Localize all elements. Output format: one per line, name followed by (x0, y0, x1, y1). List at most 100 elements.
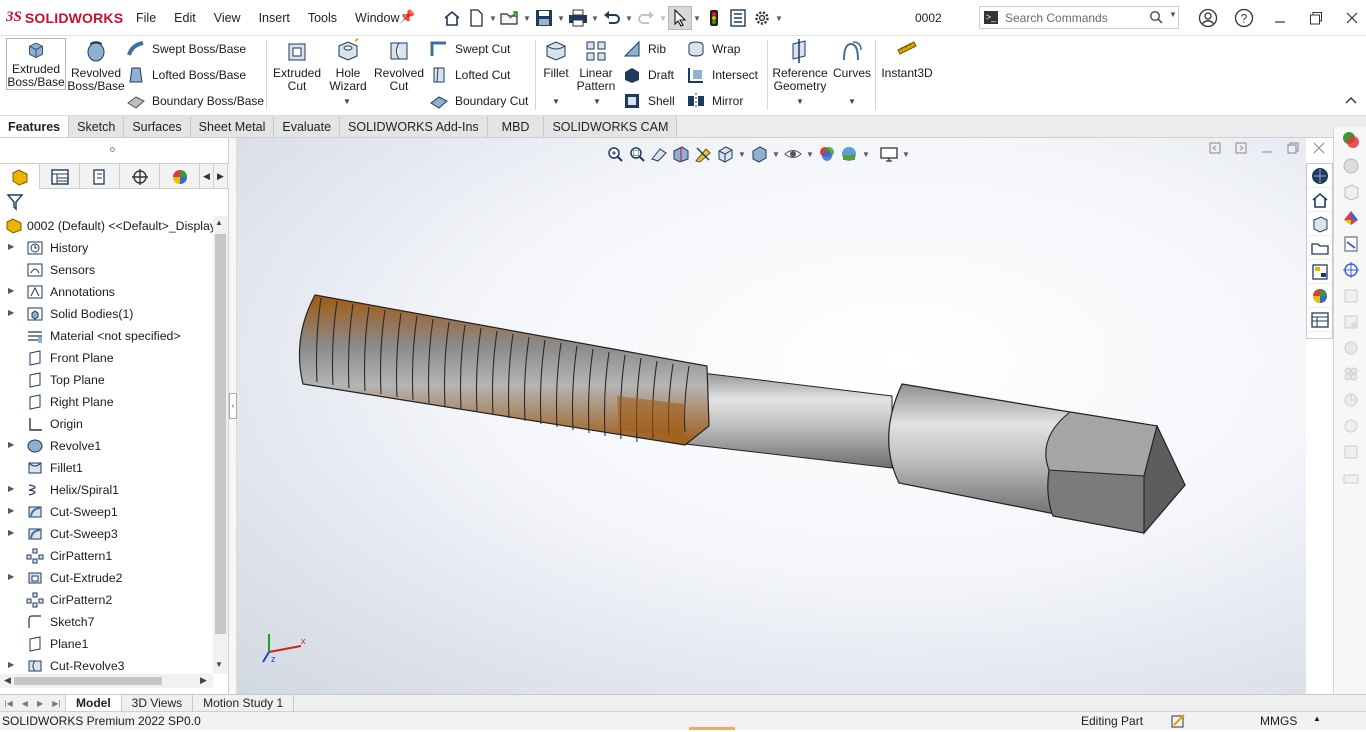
search-commands-input[interactable]: Search Commands (1005, 11, 1108, 25)
expand-arrow-icon[interactable]: ▶ (8, 506, 14, 515)
intersect-button[interactable]: Intersect (686, 65, 758, 85)
restore-icon[interactable] (1298, 7, 1334, 29)
tabs-scroll-right-icon[interactable]: ▶ (214, 164, 228, 189)
tab-sheet-metal[interactable]: Sheet Metal (190, 116, 275, 137)
appearances-scenes-icon[interactable] (1334, 153, 1366, 179)
configuration-manager-tab-icon[interactable] (80, 164, 120, 189)
rebuild-status-icon[interactable] (1170, 713, 1186, 732)
color-palette-icon[interactable] (1334, 205, 1366, 231)
extruded-boss-button[interactable]: Extruded Boss/Base (6, 38, 66, 90)
scroll-left-icon[interactable]: ◀ (4, 675, 11, 686)
tree-filter-icon[interactable] (6, 193, 24, 214)
tree-item[interactable]: Plane1 (0, 633, 213, 655)
tree-item[interactable]: ▶ Annotations (0, 281, 213, 303)
home-icon[interactable] (440, 6, 464, 30)
display-manager-tab-icon[interactable] (160, 164, 200, 189)
design-library-pane-icon[interactable] (1334, 179, 1366, 205)
rib-button[interactable]: Rib (622, 39, 666, 59)
tree-item[interactable]: ▶ Revolve1 (0, 435, 213, 457)
hole-wizard-button[interactable]: Hole Wizard (325, 38, 371, 93)
instant3d-button[interactable]: Instant3D (880, 38, 934, 80)
tree-item[interactable]: ▶ Helix/Spiral1 (0, 479, 213, 501)
tree-item[interactable]: Right Plane (0, 391, 213, 413)
tree-item[interactable]: Sketch7 (0, 611, 213, 633)
select-dropdown-icon[interactable]: ▼ (692, 14, 702, 23)
tab-solidworks-add-ins[interactable]: SOLIDWORKS Add-Ins (340, 116, 488, 137)
tab-model[interactable]: Model (66, 695, 122, 711)
expand-arrow-icon[interactable]: ▶ (8, 286, 14, 295)
target-icon[interactable] (1334, 257, 1366, 283)
options-dropdown-icon[interactable]: ▼ (774, 14, 784, 23)
shell-button[interactable]: Shell (622, 91, 675, 111)
hscroll-thumb[interactable] (14, 677, 162, 685)
tab-evaluate[interactable]: Evaluate (274, 116, 341, 137)
expand-arrow-icon[interactable]: ▶ (8, 440, 14, 449)
undo-dropdown-icon[interactable]: ▼ (624, 14, 634, 23)
lofted-cut-button[interactable]: Lofted Cut (429, 65, 510, 85)
tab-sketch[interactable]: Sketch (69, 116, 125, 137)
revolved-cut-button[interactable]: Revolved Cut (374, 38, 424, 93)
panel-grip-icon[interactable] (110, 147, 115, 152)
tree-item[interactable]: ▶ Cut-Revolve3 (0, 655, 213, 673)
menu-file[interactable]: File (136, 11, 156, 25)
tree-item[interactable]: ▶ Solid Bodies(1) (0, 303, 213, 325)
solidworks-resources-icon[interactable] (1334, 127, 1366, 153)
tab-features[interactable]: Features (0, 116, 70, 137)
search-icon[interactable] (1149, 10, 1163, 27)
tree-item[interactable]: Origin (0, 413, 213, 435)
tab-mbd[interactable]: MBD (487, 116, 545, 137)
tab-motion-study-1[interactable]: Motion Study 1 (193, 695, 295, 711)
pin-menu-icon[interactable]: 📌 (399, 9, 415, 25)
tree-item[interactable]: Material <not specified> (0, 325, 213, 347)
scroll-up-icon[interactable]: ▲ (215, 218, 223, 227)
hole-wizard-dropdown-icon[interactable]: ▼ (343, 97, 351, 106)
draft-button[interactable]: Draft (622, 65, 674, 85)
first-tab-icon[interactable]: |◀ (5, 699, 13, 708)
menu-insert[interactable]: Insert (259, 11, 290, 25)
tree-item[interactable]: Top Plane (0, 369, 213, 391)
last-tab-icon[interactable]: ▶| (52, 699, 60, 708)
tree-horizontal-scrollbar[interactable]: ◀ ▶ (0, 674, 213, 688)
tree-item[interactable]: Sensors (0, 259, 213, 281)
new-document-icon[interactable] (464, 6, 488, 30)
view-palette-icon[interactable] (1307, 260, 1332, 284)
home-view-icon[interactable] (1307, 188, 1332, 212)
expand-arrow-icon[interactable]: ▶ (8, 572, 14, 581)
reference-geometry-button[interactable]: Reference Geometry (772, 38, 828, 93)
search-commands-box[interactable]: >_ Search Commands ▼ (979, 6, 1179, 29)
next-tab-icon[interactable]: ▶ (37, 699, 43, 708)
unit-system-dropdown-icon[interactable]: ▲ (1313, 714, 1321, 723)
print-icon[interactable] (566, 6, 590, 30)
file-explorer-icon[interactable] (1307, 236, 1332, 260)
save-icon[interactable] (532, 6, 556, 30)
user-account-icon[interactable] (1190, 7, 1226, 29)
tree-item[interactable]: Fillet1 (0, 457, 213, 479)
expand-arrow-icon[interactable]: ▶ (8, 660, 14, 669)
tree-root-part[interactable]: 0002 (Default) <<Default>_Display (0, 215, 213, 237)
menu-window[interactable]: Window (355, 11, 399, 25)
custom-properties-icon[interactable] (1307, 308, 1332, 332)
collapse-panel-icon[interactable]: ‹ (229, 393, 237, 419)
view-cube-icon[interactable] (1307, 164, 1332, 188)
options-gear-icon[interactable] (750, 6, 774, 30)
rebuild-icon[interactable] (702, 6, 726, 30)
scroll-down-icon[interactable]: ▼ (215, 660, 223, 669)
scroll-right-icon[interactable]: ▶ (200, 675, 207, 686)
close-icon[interactable] (1334, 7, 1366, 29)
expand-arrow-icon[interactable]: ▶ (8, 484, 14, 493)
help-icon[interactable]: ? (1226, 7, 1262, 29)
forum-icon[interactable] (1334, 231, 1366, 257)
doc-close-icon[interactable] (1306, 138, 1332, 158)
open-icon[interactable] (498, 6, 522, 30)
swept-cut-button[interactable]: Swept Cut (429, 39, 510, 59)
menu-view[interactable]: View (214, 11, 241, 25)
expand-arrow-icon[interactable]: ▶ (8, 528, 14, 537)
select-cursor-icon[interactable] (668, 6, 692, 30)
tree-vertical-scrollbar[interactable]: ▲ ▼ (213, 216, 228, 674)
fillet-button[interactable]: Fillet (540, 38, 572, 80)
tab-surfaces[interactable]: Surfaces (124, 116, 191, 137)
boundary-boss-button[interactable]: Boundary Boss/Base (126, 91, 264, 111)
appearances-icon[interactable] (1307, 284, 1332, 308)
print-dropdown-icon[interactable]: ▼ (590, 14, 600, 23)
fillet-dropdown-icon[interactable]: ▼ (552, 97, 560, 106)
